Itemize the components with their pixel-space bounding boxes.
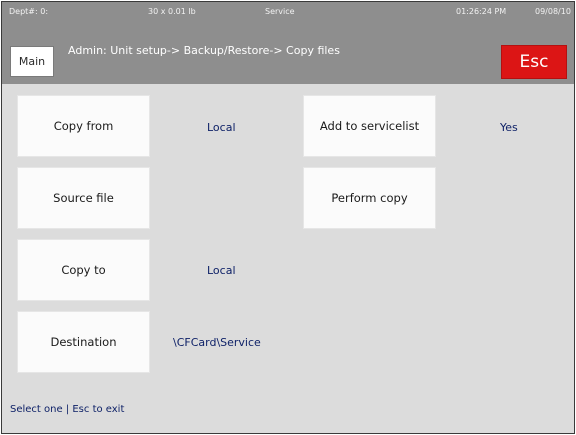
- add-to-servicelist-value: Yes: [500, 121, 518, 134]
- mode-indicator: Service: [265, 7, 295, 16]
- main-button[interactable]: Main: [10, 46, 54, 77]
- dept-indicator: Dept#: 0:: [9, 7, 49, 16]
- add-to-servicelist-button[interactable]: Add to servicelist: [303, 95, 436, 157]
- clock-time: 01:26:24 PM: [456, 7, 507, 16]
- copy-to-button[interactable]: Copy to: [17, 239, 150, 301]
- copy-from-value: Local: [207, 121, 236, 134]
- page-title: Admin: Unit setup-> Backup/Restore-> Cop…: [68, 44, 340, 57]
- copy-to-value: Local: [207, 264, 236, 277]
- title-bar: Main Admin: Unit setup-> Backup/Restore-…: [2, 22, 574, 84]
- esc-button[interactable]: Esc: [501, 45, 567, 79]
- destination-button[interactable]: Destination: [17, 311, 150, 373]
- weight-readout: 30 x 0.01 lb: [148, 7, 196, 16]
- footer-hint: Select one | Esc to exit: [10, 404, 125, 415]
- scale-screen: Dept#: 0: 30 x 0.01 lb Service 01:26:24 …: [1, 1, 575, 434]
- status-bar: Dept#: 0: 30 x 0.01 lb Service 01:26:24 …: [2, 2, 574, 22]
- copy-from-button[interactable]: Copy from: [17, 95, 150, 157]
- source-file-button[interactable]: Source file: [17, 167, 150, 229]
- clock-date: 09/08/10: [535, 7, 571, 16]
- destination-value: \CFCard\Service: [173, 336, 261, 349]
- perform-copy-button[interactable]: Perform copy: [303, 167, 436, 229]
